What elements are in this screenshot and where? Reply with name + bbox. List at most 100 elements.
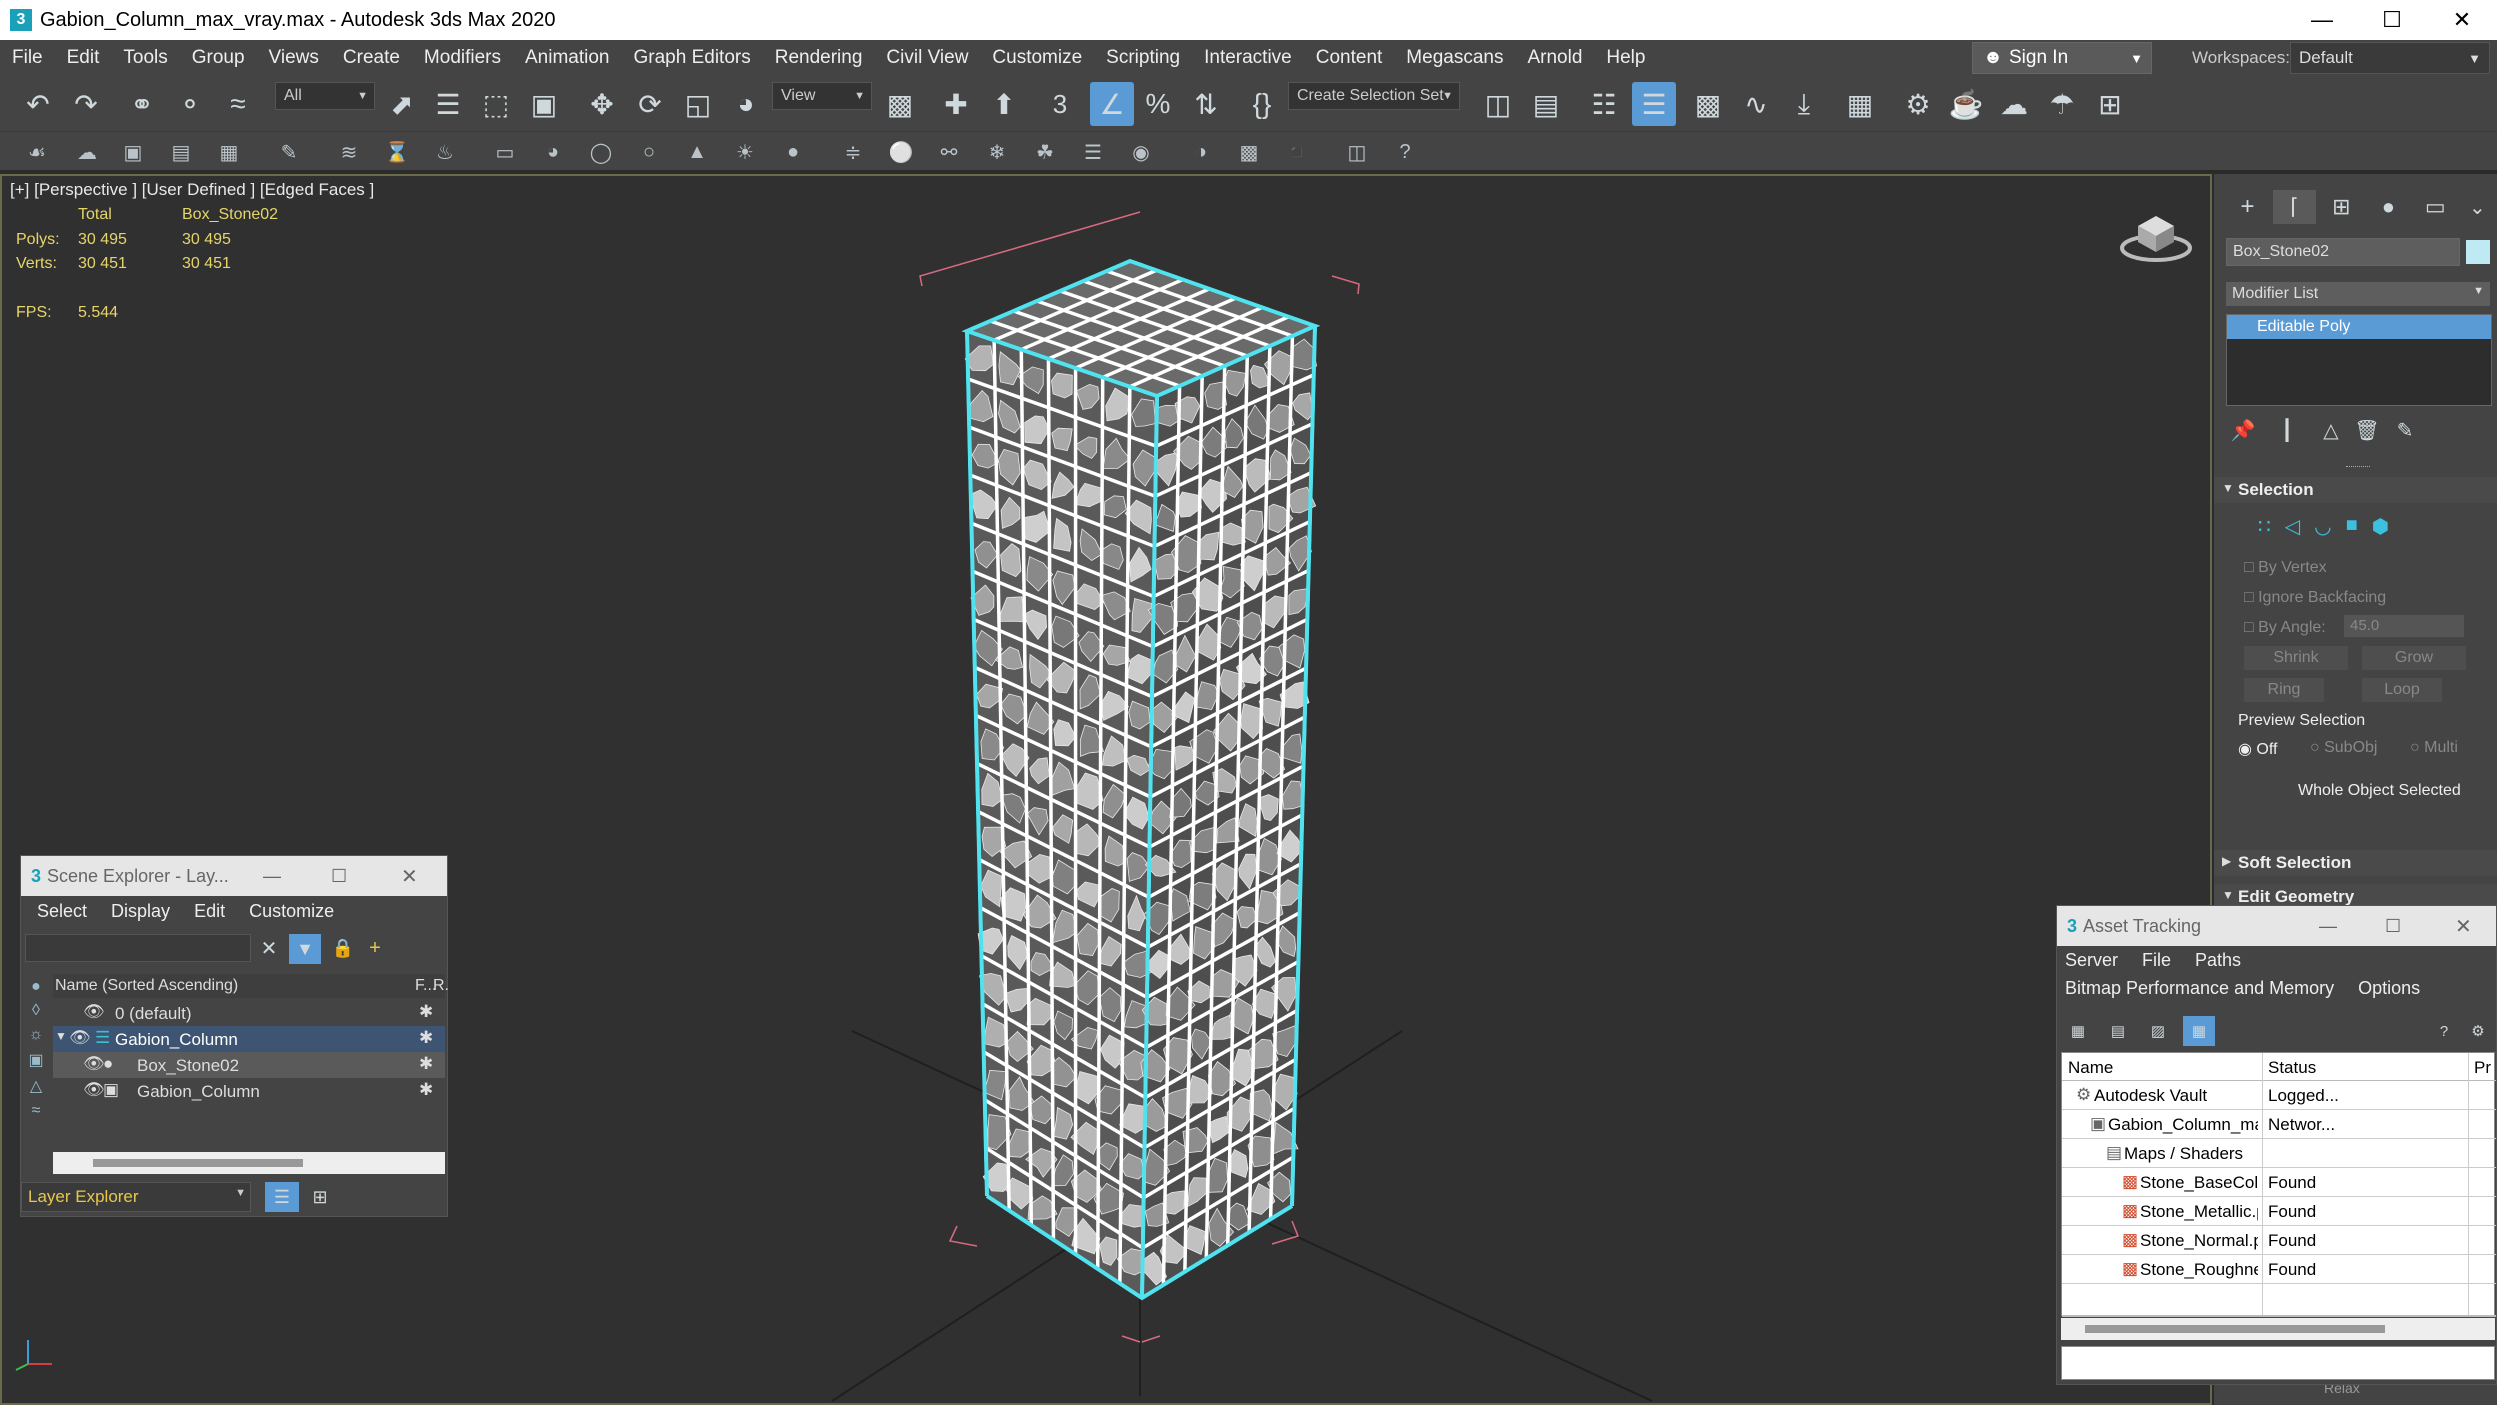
- sphere-gizmo-icon[interactable]: ◑: [1184, 136, 1218, 168]
- grid-icon[interactable]: ▦: [212, 136, 246, 168]
- lock-icon[interactable]: 🔒: [329, 934, 357, 962]
- help-icon[interactable]: ?: [1388, 136, 1422, 168]
- close-icon[interactable]: ✕: [2455, 914, 2472, 939]
- selection-rollout-header[interactable]: ▼ Selection: [2214, 477, 2497, 503]
- edge-icon[interactable]: ◁: [2285, 514, 2300, 539]
- help-icon[interactable]: ?: [2431, 1018, 2457, 1044]
- menu-edit[interactable]: Edit: [55, 47, 112, 69]
- menu-civil-view[interactable]: Civil View: [874, 47, 980, 69]
- sphere-icon[interactable]: ◯: [584, 136, 618, 168]
- mirror-icon[interactable]: ◫: [1478, 84, 1518, 124]
- env-icon[interactable]: ◾: [1280, 136, 1314, 168]
- se-col-name[interactable]: Name (Sorted Ascending): [55, 977, 238, 995]
- at-menu-paths[interactable]: Paths: [2195, 950, 2241, 971]
- asset-scroll-thumb[interactable]: [2085, 1325, 2385, 1333]
- expand-icon[interactable]: ▼: [55, 1029, 67, 1043]
- se-menu-customize[interactable]: Customize: [249, 901, 334, 922]
- viewcube-icon[interactable]: [2120, 204, 2192, 264]
- cloud-icon[interactable]: ☁: [70, 136, 104, 168]
- add-layer-icon[interactable]: +: [361, 934, 389, 962]
- redo-icon[interactable]: ↷: [66, 84, 106, 124]
- freeze-icon[interactable]: ✱: [419, 1080, 433, 1100]
- maximize-icon[interactable]: ☐: [2385, 916, 2401, 937]
- se-col-r[interactable]: R.: [433, 977, 449, 995]
- close-icon[interactable]: ✕: [2427, 0, 2497, 40]
- freeze-icon[interactable]: ✱: [419, 1028, 433, 1048]
- rendered-frame-window-icon[interactable]: ☕: [1946, 84, 1986, 124]
- motion-tab-icon[interactable]: ●: [2367, 190, 2410, 224]
- capsule-icon[interactable]: ⚪: [884, 136, 918, 168]
- minimize-icon[interactable]: —: [2287, 0, 2357, 40]
- spiral-icon[interactable]: ⌛: [380, 136, 414, 168]
- unlink-icon[interactable]: ⚬: [170, 84, 210, 124]
- refresh-icon[interactable]: ▦: [2065, 1018, 2091, 1044]
- preview-multi-radio[interactable]: ○ Multi: [2410, 739, 2458, 757]
- se-row-default-layer[interactable]: 👁 0 (default) ✱: [53, 1000, 445, 1026]
- remove-modifier-icon[interactable]: 🗑: [2350, 414, 2384, 446]
- window-crossing-icon[interactable]: ▣: [524, 84, 564, 124]
- se-scroll-thumb[interactable]: [93, 1159, 303, 1167]
- rotate-icon[interactable]: ⟳: [630, 84, 670, 124]
- menu-file[interactable]: File: [0, 47, 55, 69]
- dome-icon[interactable]: ◕: [536, 136, 570, 168]
- workspaces-dropdown[interactable]: Default ▼: [2290, 42, 2490, 74]
- angle-spinner[interactable]: 45.0: [2344, 615, 2464, 637]
- plane-icon[interactable]: ▭: [488, 136, 522, 168]
- menu-arnold[interactable]: Arnold: [1515, 47, 1594, 69]
- loop-button[interactable]: Loop: [2362, 678, 2442, 702]
- particle-icon[interactable]: ≋: [332, 136, 366, 168]
- at-menu-file[interactable]: File: [2142, 950, 2171, 971]
- minimize-icon[interactable]: —: [263, 866, 281, 887]
- percent-snap-icon[interactable]: %: [1138, 84, 1178, 124]
- eye-icon[interactable]: 👁: [83, 1054, 105, 1074]
- select-by-name-icon[interactable]: ☰: [428, 84, 468, 124]
- frame-buffer-icon[interactable]: ◫: [1340, 136, 1374, 168]
- move-icon[interactable]: ✥: [582, 84, 622, 124]
- close-icon[interactable]: ✕: [401, 864, 418, 889]
- ignore-backfacing-checkbox[interactable]: □ Ignore Backfacing: [2244, 589, 2386, 607]
- leaf-icon[interactable]: ☘: [1028, 136, 1062, 168]
- configure-modifier-sets-icon[interactable]: ✎: [2388, 414, 2422, 446]
- keyboard-shortcut-icon[interactable]: ⬆: [984, 84, 1024, 124]
- curve-editor-icon[interactable]: ∿: [1736, 84, 1776, 124]
- se-row-gabion-object[interactable]: 👁 ▣ Gabion_Column ✱: [53, 1078, 445, 1104]
- asset-row[interactable]: ▩Stone_Normal.png Found: [2062, 1226, 2496, 1255]
- asset-row[interactable]: ▤ Maps / Shaders: [2062, 1139, 2496, 1168]
- modify-tab-icon[interactable]: ⌈: [2272, 190, 2316, 224]
- pivot-center-icon[interactable]: ▩: [880, 84, 920, 124]
- maximize-icon[interactable]: ☐: [331, 866, 347, 887]
- menu-create[interactable]: Create: [331, 47, 412, 69]
- make-unique-icon[interactable]: △: [2314, 414, 2348, 446]
- at-col-status[interactable]: Status: [2268, 1058, 2316, 1078]
- spinner-snap-icon[interactable]: ⇅: [1186, 84, 1226, 124]
- by-angle-checkbox[interactable]: □ By Angle:: [2244, 619, 2326, 637]
- at-col-pr[interactable]: Pr: [2474, 1058, 2491, 1078]
- maximize-icon[interactable]: ☐: [2357, 0, 2427, 40]
- fur-icon[interactable]: ❄: [980, 136, 1014, 168]
- filter-icon[interactable]: ▼: [289, 934, 321, 964]
- display-geometry-icon[interactable]: ●: [31, 978, 41, 996]
- hierarchy-toggle-icon[interactable]: ⊞: [303, 1182, 337, 1212]
- menu-modifiers[interactable]: Modifiers: [412, 47, 513, 69]
- se-row-gabion-layer[interactable]: ▼ 👁 ☰ Gabion_Column ✱: [53, 1026, 445, 1052]
- ring-button[interactable]: Ring: [2244, 678, 2324, 702]
- menu-graph-editors[interactable]: Graph Editors: [622, 47, 763, 69]
- preview-off-radio[interactable]: ◉ Off: [2238, 739, 2277, 759]
- eye-icon[interactable]: 👁: [83, 1080, 105, 1100]
- pin-stack-icon[interactable]: 📌: [2226, 414, 2260, 446]
- sun-icon[interactable]: ☀: [728, 136, 762, 168]
- modifier-list-dropdown[interactable]: Modifier List ▼: [2226, 282, 2490, 306]
- tree-view-icon[interactable]: ▨: [2145, 1018, 2171, 1044]
- element-icon[interactable]: ⬢: [2372, 514, 2389, 539]
- scale-icon[interactable]: ◱: [678, 84, 718, 124]
- asset-path-field[interactable]: [2061, 1346, 2495, 1380]
- border-icon[interactable]: ◡: [2314, 514, 2331, 539]
- hair-icon[interactable]: ≑: [836, 136, 870, 168]
- torus-icon[interactable]: ○: [632, 136, 666, 168]
- light-icon[interactable]: ●: [776, 136, 810, 168]
- table-view-icon[interactable]: ▦: [2183, 1016, 2215, 1046]
- grow-button[interactable]: Grow: [2362, 646, 2466, 670]
- polygon-icon[interactable]: ■: [2346, 514, 2358, 539]
- menu-group[interactable]: Group: [180, 47, 257, 69]
- create-tab-icon[interactable]: +: [2226, 190, 2269, 224]
